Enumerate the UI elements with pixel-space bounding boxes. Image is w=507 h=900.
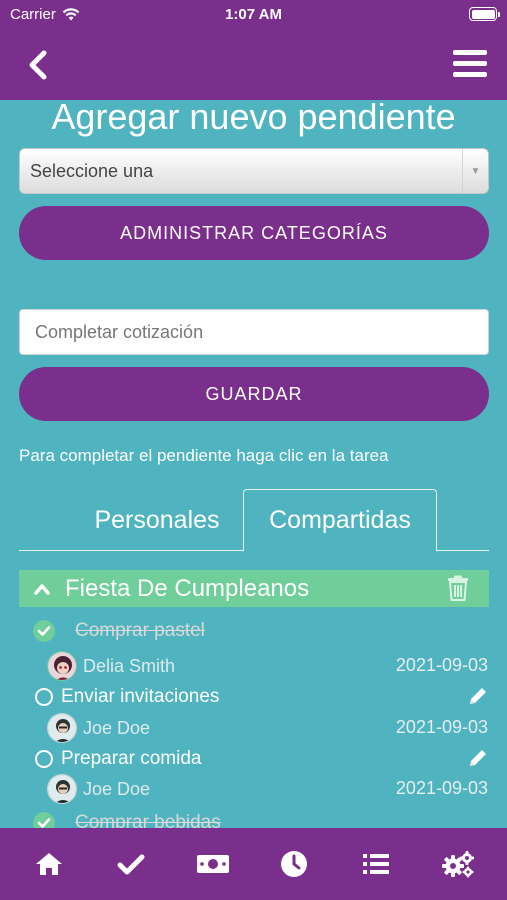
radio-circle-icon [35, 750, 53, 768]
assignee-name: Delia Smith [83, 655, 176, 676]
task-item[interactable]: Comprar pastel [33, 620, 205, 642]
menu-button[interactable] [453, 50, 487, 80]
task-date: 2021-09-03 [395, 655, 488, 675]
manage-categories-label: ADMINISTRAR CATEGORÍAS [120, 222, 388, 243]
assignee-name: Joe Doe [83, 717, 151, 738]
hamburger-icon [453, 50, 487, 55]
settings-icon [442, 851, 475, 878]
task-date: 2021-09-03 [395, 717, 488, 737]
manage-categories-button[interactable]: ADMINISTRAR CATEGORÍAS [19, 206, 489, 260]
assignee-name: Joe Doe [83, 778, 151, 799]
task-assignee: Joe Doe [47, 774, 150, 804]
hamburger-line [453, 61, 487, 66]
task-assignee: Joe Doe [47, 713, 150, 743]
task-title: Preparar comida [61, 748, 202, 769]
nav-tasks-button[interactable] [106, 839, 156, 889]
task-item[interactable]: Preparar comida [35, 748, 201, 770]
pencil-icon[interactable] [467, 747, 489, 769]
save-label: GUARDAR [205, 383, 303, 404]
list-icon [363, 854, 390, 874]
task-assignee: Delia Smith [47, 651, 175, 681]
task-date: 2021-09-03 [395, 778, 488, 798]
clock-icon [281, 851, 308, 877]
bottom-nav [0, 828, 507, 900]
page-title: Agregar nuevo pendiente [51, 96, 456, 137]
money-icon [196, 855, 229, 873]
clock-time: 1:07 AM [225, 6, 282, 23]
status-bar: Carrier 1:07 AM [0, 0, 507, 28]
task-input[interactable] [19, 309, 489, 355]
check-icon [117, 854, 145, 875]
category-select[interactable]: Seleccione una ▼ [19, 148, 489, 194]
task-title: Enviar invitaciones [61, 686, 220, 707]
category-select-value: Seleccione una [30, 161, 154, 181]
tab-bar: Personales Compartidas [19, 489, 489, 552]
tab-personales[interactable]: Personales [72, 489, 242, 551]
task-item[interactable]: Enviar invitaciones [35, 686, 219, 708]
tab-compartidas[interactable]: Compartidas [243, 489, 437, 552]
trash-icon[interactable] [447, 575, 469, 608]
avatar [47, 713, 77, 743]
avatar [47, 774, 77, 804]
hamburger-line [453, 72, 487, 77]
check-circle-icon [33, 620, 55, 642]
select-arrow-icon: ▼ [462, 149, 488, 193]
radio-circle-icon [35, 688, 53, 706]
nav-history-button[interactable] [269, 839, 319, 889]
group-header[interactable]: Fiesta De Cumpleanos [19, 570, 489, 607]
back-button[interactable] [20, 48, 54, 82]
nav-money-button[interactable] [188, 839, 238, 889]
save-button[interactable]: GUARDAR [19, 367, 489, 421]
nav-bar [0, 28, 507, 100]
task-title: Comprar pastel [75, 620, 205, 641]
nav-settings-button[interactable] [433, 839, 483, 889]
instruction-text: Para completar el pendiente haga clic en… [19, 446, 389, 465]
battery-icon [469, 7, 500, 21]
nav-home-button[interactable] [24, 839, 74, 889]
pencil-icon[interactable] [467, 685, 489, 707]
home-icon [35, 853, 62, 875]
group-title: Fiesta De Cumpleanos [65, 574, 310, 602]
chevron-left-icon [29, 50, 47, 80]
nav-list-button[interactable] [351, 839, 401, 889]
chevron-up-icon [19, 583, 65, 595]
avatar [47, 651, 77, 681]
